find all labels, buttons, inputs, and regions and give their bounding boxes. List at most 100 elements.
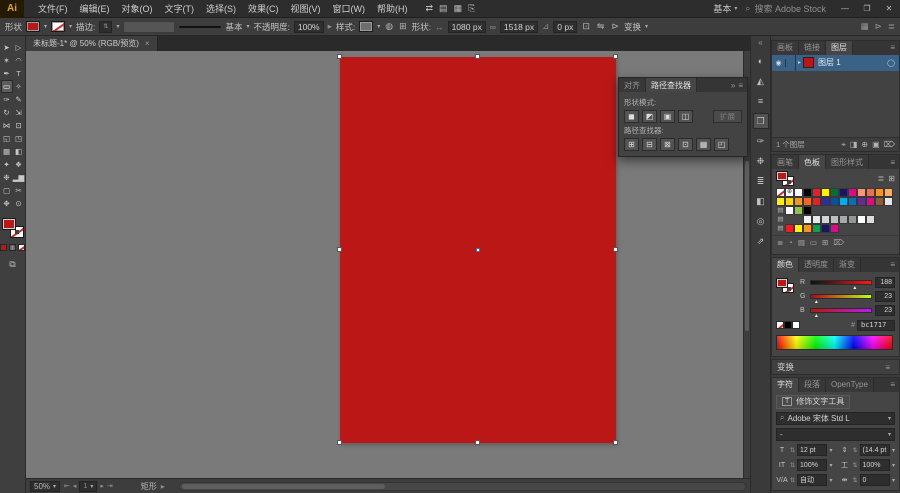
none-mode-button[interactable] xyxy=(18,244,25,251)
swatch[interactable] xyxy=(884,188,893,197)
menu-item[interactable]: 文字(T) xyxy=(159,2,201,15)
font-family-field[interactable]: ⌕ Adobe 宋体 Std L ▾ xyxy=(776,411,895,425)
stroke-weight-field[interactable]: ⇅ xyxy=(99,20,113,33)
swatch[interactable] xyxy=(803,188,812,197)
type-tool[interactable]: T xyxy=(13,67,25,80)
swatch[interactable] xyxy=(785,188,794,197)
artboard-tool[interactable]: ▢ xyxy=(1,184,13,197)
transform-caret-icon[interactable]: ▾ xyxy=(645,23,648,30)
leading-field[interactable]: ⇕ ⇅ (14.4 pt ▾ xyxy=(839,444,895,457)
swatch[interactable] xyxy=(830,224,839,233)
swatch[interactable] xyxy=(776,224,785,233)
expand-layer-icon[interactable]: ▸ xyxy=(796,59,803,66)
divide-button[interactable]: ⊞ xyxy=(624,138,639,151)
swatch[interactable] xyxy=(848,188,857,197)
gradient-mode-button[interactable]: ▥ xyxy=(9,244,16,251)
zoom-level-field[interactable]: 50% ▾ xyxy=(30,480,61,492)
slider-thumb-icon[interactable]: ▲ xyxy=(814,299,819,305)
swatch[interactable] xyxy=(812,215,821,224)
locate-object-icon[interactable]: ⌖ xyxy=(841,140,846,150)
chevron-down-icon[interactable]: ▾ xyxy=(892,462,895,469)
stepper-icon[interactable]: ⇅ xyxy=(790,447,795,454)
delete-swatch-icon[interactable]: ⌦ xyxy=(833,238,844,247)
panel-tab[interactable]: 画笔 xyxy=(772,155,799,169)
delete-layer-icon[interactable]: ⌦ xyxy=(884,140,895,150)
swatch[interactable] xyxy=(776,197,785,206)
selection-handle-se[interactable] xyxy=(613,440,618,445)
fill-stroke-indicator[interactable] xyxy=(776,170,794,186)
stock-search[interactable]: ⌕ 搜索 Adobe Stock xyxy=(745,2,826,15)
swatch[interactable] xyxy=(830,215,839,224)
last-artboard-button[interactable]: ⇥ xyxy=(107,482,113,490)
selection-handle-sw[interactable] xyxy=(337,440,342,445)
fill-swatch[interactable] xyxy=(776,277,788,288)
maximize-button[interactable]: ❐ xyxy=(856,4,878,13)
canvas[interactable]: 对齐 路径查找器 » ≡ 形状模式: ◼ ◩ ▣ ◫ 扩展 路径查找器: ⊞ ⊟… xyxy=(26,51,750,478)
vertical-scale-value[interactable]: 100% xyxy=(797,459,828,472)
vertical-scale-field[interactable]: IT ⇅ 100% ▾ xyxy=(776,459,833,472)
new-color-group-icon[interactable]: ▭ xyxy=(810,238,817,247)
collapse-panel-icon[interactable]: » xyxy=(731,81,735,90)
tracking-value[interactable]: 0 xyxy=(859,474,890,487)
swatch[interactable] xyxy=(794,206,803,215)
panel-menu-icon[interactable]: ≡ xyxy=(890,380,895,389)
panel-tab[interactable]: 色板 xyxy=(799,155,826,169)
lasso-tool[interactable]: ◠ xyxy=(13,54,25,67)
panel-tab[interactable]: 路径查找器 xyxy=(646,78,697,92)
swatch[interactable] xyxy=(866,197,875,206)
menu-item[interactable]: 帮助(H) xyxy=(371,2,414,15)
swatch[interactable] xyxy=(839,197,848,206)
fill-color-swatch[interactable] xyxy=(26,21,41,32)
stroke-color-swatch[interactable] xyxy=(51,21,66,32)
menu-item[interactable]: 效果(C) xyxy=(242,2,285,15)
recolor-artwork-icon[interactable]: ◍ xyxy=(384,21,394,32)
swatch[interactable] xyxy=(785,224,794,233)
color-mode-button[interactable] xyxy=(0,244,7,251)
red-value[interactable]: 188 xyxy=(875,277,895,289)
close-button[interactable]: ✕ xyxy=(878,4,900,13)
tab-close-icon[interactable]: × xyxy=(145,39,150,48)
expand-panels-icon[interactable]: « xyxy=(758,38,762,47)
panel-tab[interactable]: 字符 xyxy=(772,377,799,392)
style-caret-icon[interactable]: ▾ xyxy=(888,431,891,438)
status-menu-arrow-icon[interactable]: ▸ xyxy=(161,482,165,491)
minimize-button[interactable]: — xyxy=(834,4,856,13)
layer-row[interactable]: ◉ ▸ 图层 1 ◯ xyxy=(772,54,899,71)
swatch[interactable] xyxy=(794,188,803,197)
slice-tool[interactable]: ✂ xyxy=(13,184,25,197)
swatch[interactable] xyxy=(785,206,794,215)
transform-panel-header[interactable]: 变换 ≡ xyxy=(771,359,900,375)
blue-slider[interactable]: ▲ xyxy=(810,308,872,319)
new-layer-icon[interactable]: ▣ xyxy=(872,140,880,150)
minus-front-button[interactable]: ◩ xyxy=(642,110,657,123)
touch-type-tool-button[interactable]: T 修饰文字工具 xyxy=(776,394,851,409)
swatch[interactable] xyxy=(776,188,785,197)
document-tab[interactable]: 未标题-1* @ 50% (RGB/预览) × xyxy=(26,36,158,51)
swatch[interactable] xyxy=(785,197,794,206)
swatch[interactable] xyxy=(875,188,884,197)
workspace-switcher[interactable]: 基本 ▾ xyxy=(713,2,737,15)
font-style-field[interactable]: - ▾ xyxy=(776,427,895,441)
leading-value[interactable]: (14.4 pt xyxy=(859,444,890,457)
shape-builder-tool[interactable]: ◱ xyxy=(1,132,13,145)
stepper-icon[interactable]: ⇅ xyxy=(853,477,858,484)
exclude-button[interactable]: ◫ xyxy=(678,110,693,123)
kerning-field[interactable]: V/A ⇅ 自动 ▾ xyxy=(776,474,833,487)
scale-tool[interactable]: ⇲ xyxy=(13,106,25,119)
screen-mode-button[interactable]: ⧉ xyxy=(9,259,15,270)
align-panel-icon[interactable]: ≡ xyxy=(753,93,769,109)
kerning-value[interactable]: 自动 xyxy=(797,474,828,487)
list-view-icon[interactable]: ≣ xyxy=(878,174,885,183)
swatch[interactable] xyxy=(803,224,812,233)
swatch[interactable] xyxy=(857,215,866,224)
menu-item[interactable]: 文件(F) xyxy=(32,2,74,15)
blue-value[interactable]: 23 xyxy=(875,305,895,317)
first-artboard-button[interactable]: ⇤ xyxy=(64,482,70,490)
panel-menu-icon[interactable]: ≡ xyxy=(890,260,895,269)
shape-height-field[interactable]: 1518 px xyxy=(499,20,539,33)
next-artboard-button[interactable]: ▸ xyxy=(100,482,104,490)
swatch[interactable] xyxy=(821,188,830,197)
brush-style-label[interactable]: 基本 xyxy=(225,21,242,33)
chevron-down-icon[interactable]: ▾ xyxy=(892,447,895,454)
new-swatch-icon[interactable]: ⊞ xyxy=(822,238,828,247)
